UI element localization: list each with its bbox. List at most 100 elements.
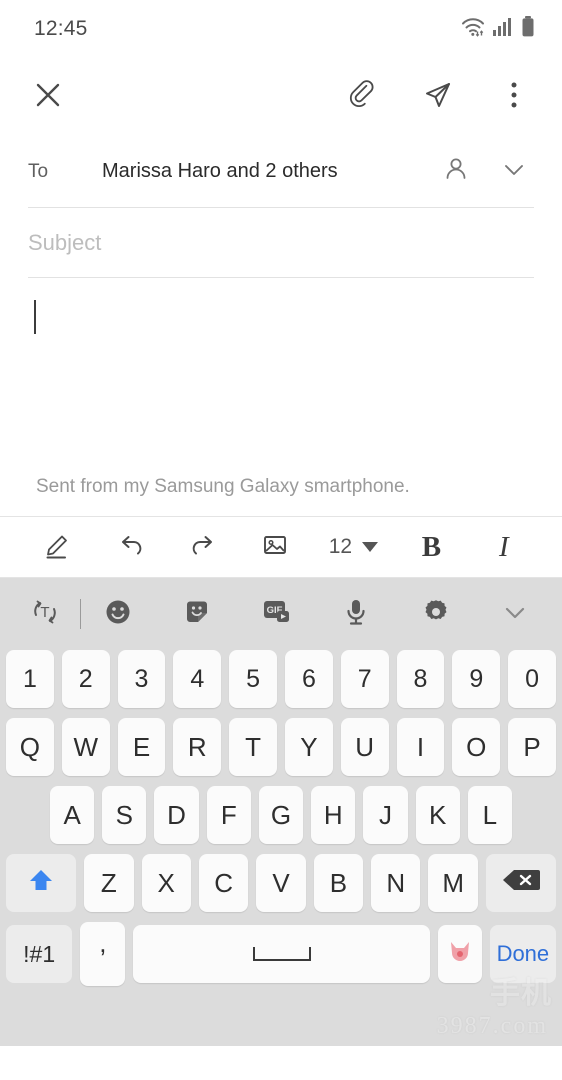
key-e[interactable]: E [117,718,166,776]
chevron-down-icon [500,597,530,632]
shift-up-icon [26,865,56,902]
to-label: To [28,160,49,182]
key-n[interactable]: N [371,854,421,912]
font-size-selector[interactable]: 12 [328,535,379,559]
bitmoji-key[interactable] [438,925,482,983]
key-m[interactable]: M [428,854,478,912]
insert-image-button[interactable] [256,525,294,569]
chevron-down-icon [362,542,379,552]
status-time: 12:45 [34,17,88,40]
keyboard-row-space: !#1 , Done [0,922,562,986]
draw-pen-button[interactable] [39,525,77,569]
key-1[interactable]: 1 [6,650,54,708]
key-u[interactable]: U [340,718,389,776]
key-a[interactable]: A [50,786,95,844]
recipient-row[interactable]: To Marissa Haro and 2 others [28,136,534,208]
key-w[interactable]: W [61,718,110,776]
message-body[interactable]: Sent from my Samsung Galaxy smartphone. [0,278,562,516]
backspace-key[interactable] [485,854,557,912]
key-d[interactable]: D [154,786,199,844]
key-l[interactable]: L [467,786,512,844]
key-h[interactable]: H [311,786,356,844]
send-button[interactable] [418,77,458,117]
key-6[interactable]: 6 [285,650,333,708]
key-k[interactable]: K [415,786,460,844]
undo-icon [116,530,146,565]
sticker-button[interactable] [174,591,220,637]
shift-key[interactable] [6,854,77,912]
gif-icon: GIF [261,597,293,632]
key-b[interactable]: B [313,854,364,912]
key-p[interactable]: P [508,718,556,776]
comma-key[interactable]: , [80,922,126,986]
key-s[interactable]: S [102,786,147,844]
close-icon [33,80,63,115]
contacts-picker-button[interactable] [442,155,470,188]
svg-text:T: T [40,604,49,621]
key-g[interactable]: G [258,786,304,844]
translate-button[interactable]: T [22,591,68,637]
space-key[interactable] [133,925,431,983]
text-cursor [34,300,36,334]
expand-recipients-button[interactable] [500,155,528,188]
key-4[interactable]: 4 [173,650,222,708]
keyboard-row-bottom: Z X C V B N M [0,854,562,912]
key-j[interactable]: J [363,786,408,844]
microphone-icon [342,597,370,632]
key-8[interactable]: 8 [396,650,445,708]
watermark-line2: 3987.com [436,1013,548,1039]
subject-placeholder: Subject [28,229,102,255]
send-icon [422,79,454,116]
key-v[interactable]: V [256,854,306,912]
redo-button[interactable] [184,525,222,569]
to-value[interactable]: Marissa Haro and 2 others [102,160,442,183]
key-o[interactable]: O [452,718,501,776]
more-options-button[interactable] [494,77,534,117]
emoji-button[interactable] [95,591,141,637]
signature-text: Sent from my Samsung Galaxy smartphone. [36,476,410,497]
format-toolbar: 12 B I [0,516,562,578]
key-2[interactable]: 2 [61,650,110,708]
key-5[interactable]: 5 [229,650,277,708]
subject-row[interactable]: Subject [28,208,534,278]
close-button[interactable] [28,77,68,117]
keyboard-row-top: Q W E R T Y U I O P [0,718,562,776]
keyboard-settings-button[interactable] [413,591,459,637]
attachment-icon [347,79,377,115]
collapse-keyboard-button[interactable] [492,591,538,637]
cellular-signal-icon [492,16,514,43]
space-bar-icon [252,947,311,961]
attach-button[interactable] [342,77,382,117]
voice-input-button[interactable] [333,591,379,637]
more-options-icon [510,80,518,115]
image-icon [260,530,290,565]
key-y[interactable]: Y [285,718,333,776]
key-r[interactable]: R [173,718,222,776]
undo-button[interactable] [112,525,150,569]
done-key[interactable]: Done [489,925,556,983]
key-f[interactable]: F [206,786,251,844]
symbols-key[interactable]: !#1 [6,925,73,983]
italic-label: I [498,530,509,563]
key-t[interactable]: T [229,718,277,776]
keyboard-row-home: A S D F G H J K L [0,786,562,844]
font-size-value: 12 [328,535,353,558]
bitmoji-icon [447,939,473,970]
status-bar: 12:45 [0,0,562,58]
key-3[interactable]: 3 [117,650,166,708]
key-9[interactable]: 9 [452,650,501,708]
battery-icon [520,15,536,44]
key-7[interactable]: 7 [340,650,389,708]
key-x[interactable]: X [141,854,191,912]
key-i[interactable]: I [396,718,445,776]
gear-icon [421,597,451,632]
key-0[interactable]: 0 [508,650,556,708]
redo-icon [188,530,218,565]
italic-button[interactable]: I [485,525,523,569]
gif-button[interactable]: GIF [254,591,300,637]
key-q[interactable]: Q [6,718,54,776]
bold-button[interactable]: B [412,525,450,569]
key-c[interactable]: C [198,854,249,912]
key-z[interactable]: Z [84,854,134,912]
toolbar-divider [80,599,81,629]
